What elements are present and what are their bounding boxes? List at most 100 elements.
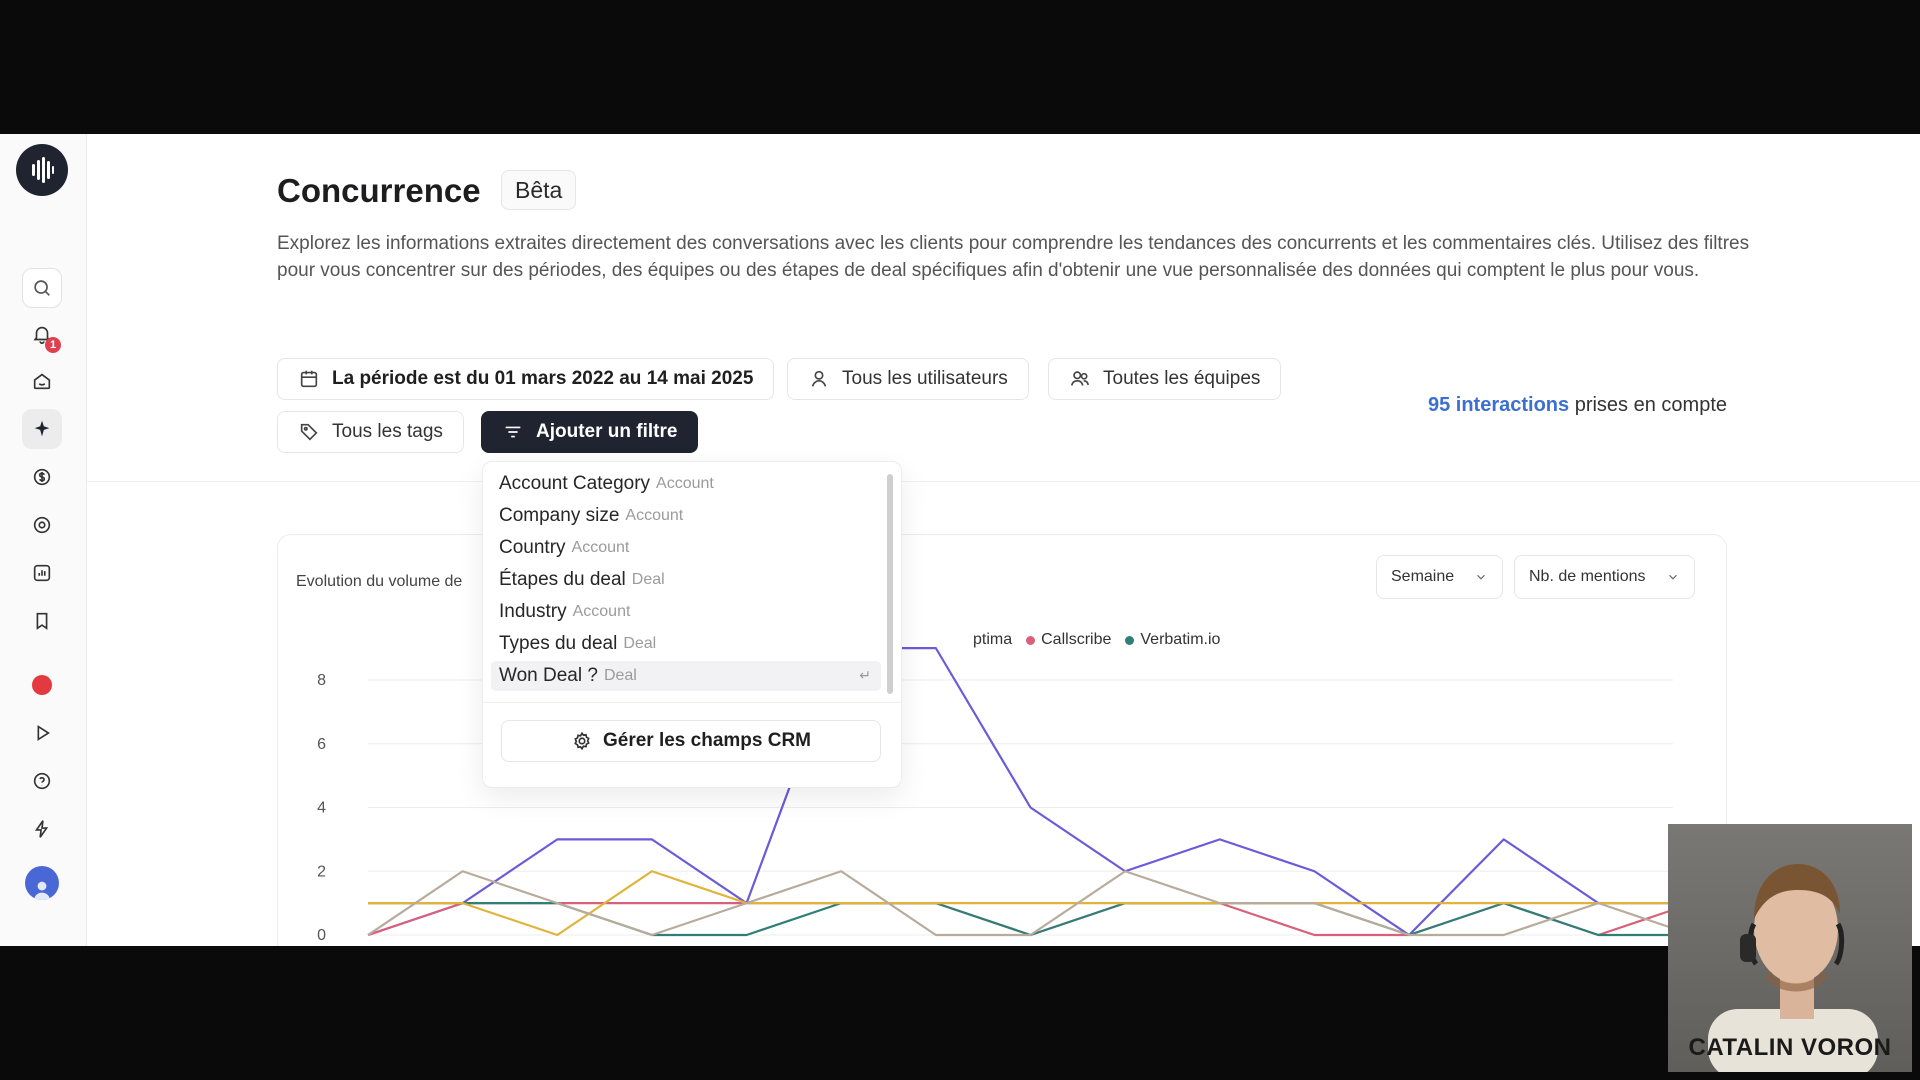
legend-item[interactable]: Verbatim.io — [1125, 631, 1220, 649]
bolt-icon — [34, 820, 49, 838]
legend-dot — [1125, 635, 1135, 645]
legend-label: Callscribe — [1041, 631, 1112, 648]
option-label: Industry — [499, 601, 567, 622]
y-tick-label: 8 — [317, 672, 326, 689]
sparkle-icon — [34, 420, 50, 437]
sidebar-item-home[interactable] — [22, 361, 62, 401]
sidebar-user-profile[interactable] — [22, 863, 62, 903]
card-title: Evolution du volume de — [296, 573, 463, 590]
sidebar-notifications[interactable]: 1 — [22, 314, 62, 354]
option-tag: Account — [625, 507, 684, 524]
interactions-suffix: prises en compte — [1574, 394, 1727, 416]
y-tick-label: 2 — [317, 863, 326, 880]
tag-icon — [300, 423, 318, 441]
dollar-icon — [33, 468, 51, 486]
avatar — [25, 866, 59, 900]
header-divider — [87, 481, 1920, 482]
sidebar-item-integrations[interactable] — [22, 809, 62, 849]
legend-label: Verbatim.io — [1140, 631, 1221, 648]
option-tag: Deal — [603, 667, 637, 684]
add-filter-dropdown: Account Category Account Company size Ac… — [482, 461, 902, 788]
sidebar-item-help[interactable] — [22, 761, 62, 801]
sidebar-item-goals[interactable] — [22, 505, 62, 545]
dropdown-scrollbar[interactable] — [887, 474, 893, 694]
dropdown-option-deal-stages[interactable]: Étapes du deal Deal — [491, 565, 881, 595]
user-icon — [33, 881, 51, 900]
home-icon — [33, 373, 51, 390]
chart-legend: ptima Callscribe Verbatim.io — [973, 631, 1220, 649]
search-icon — [34, 280, 50, 296]
sidebar-item-reports[interactable] — [22, 553, 62, 593]
legend-item[interactable]: Callscribe — [1026, 631, 1111, 649]
option-tag: Deal — [623, 635, 657, 652]
presenter-name: CATALIN VORON — [1688, 1034, 1892, 1061]
users-filter-chip[interactable]: Tous les utilisateurs — [787, 358, 1029, 400]
webcam-overlay: CATALIN VORON — [1668, 824, 1912, 1072]
option-tag: Account — [656, 475, 714, 492]
dropdown-option-company-size[interactable]: Company size Account — [491, 501, 881, 531]
series-line-1[interactable] — [367, 902, 1694, 937]
option-label: Won Deal ? — [499, 665, 598, 686]
dropdown-option-deal-types[interactable]: Types du deal Deal — [491, 629, 881, 659]
granularity-value: Semaine — [1391, 568, 1455, 585]
filter-icon — [505, 426, 521, 438]
option-tag: Account — [571, 539, 630, 556]
bookmark-icon — [36, 612, 48, 630]
notification-badge: 1 — [45, 337, 61, 353]
option-tag: Deal — [631, 571, 665, 588]
tags-filter-chip[interactable]: Tous les tags — [277, 411, 464, 453]
dropdown-option-won-deal[interactable]: Won Deal ? Deal ↵ — [491, 661, 881, 691]
gear-icon — [574, 731, 590, 751]
dropdown-option-country[interactable]: Country Account — [491, 533, 881, 563]
metric-select[interactable]: Nb. de mentions — [1514, 555, 1695, 599]
help-icon — [33, 772, 51, 790]
sidebar-record-button[interactable] — [22, 665, 62, 705]
manage-crm-fields-button[interactable]: Gérer les champs CRM — [501, 720, 881, 762]
legend-dot — [1026, 635, 1036, 645]
enter-key-icon: ↵ — [859, 667, 871, 683]
option-label: Account Category — [499, 473, 651, 494]
sidebar-item-library[interactable] — [22, 601, 62, 641]
y-tick-label: 4 — [317, 800, 326, 817]
option-label: Company size — [499, 505, 620, 526]
option-label: Country — [499, 537, 566, 558]
chevron-down-icon — [1477, 574, 1486, 580]
add-filter-button[interactable]: Ajouter un filtre — [481, 411, 699, 453]
period-filter-label: La période est du 01 mars 2022 au 14 mai… — [332, 368, 754, 389]
chart-icon — [33, 564, 51, 582]
teams-filter-label: Toutes les équipes — [1103, 368, 1261, 389]
calendar-icon — [300, 370, 318, 388]
dropdown-option-industry[interactable]: Industry Account — [491, 597, 881, 627]
target-icon — [33, 516, 51, 534]
series-line-2[interactable] — [368, 902, 1693, 937]
granularity-select[interactable]: Semaine — [1376, 555, 1504, 599]
team-icon — [1070, 371, 1090, 386]
page-title: Concurrence — [277, 172, 481, 209]
legend-item[interactable]: ptima — [973, 631, 1012, 649]
y-tick-label: 0 — [317, 927, 326, 944]
dropdown-option-account-category[interactable]: Account Category Account — [491, 469, 881, 499]
sidebar-search-button[interactable] — [22, 268, 62, 308]
interactions-summary: 95 interactions prises en compte — [1428, 394, 1727, 417]
metric-value: Nb. de mentions — [1529, 568, 1646, 585]
users-filter-label: Tous les utilisateurs — [842, 368, 1008, 389]
option-label: Types du deal — [499, 633, 618, 654]
teams-filter-chip[interactable]: Toutes les équipes — [1048, 358, 1282, 400]
y-tick-label: 6 — [317, 736, 326, 753]
legend-label: ptima — [973, 631, 1013, 648]
sidebar-item-insights[interactable] — [22, 409, 62, 449]
period-filter-chip[interactable]: La période est du 01 mars 2022 au 14 mai… — [277, 358, 775, 400]
sidebar-item-play[interactable] — [22, 713, 62, 753]
main-content: Concurrence Bêta Explorez les informatio… — [87, 134, 1920, 946]
interactions-count[interactable]: 95 interactions — [1428, 394, 1569, 416]
page-description: Explorez les informations extraites dire… — [277, 233, 1750, 281]
app-window: 1 Concurrence Bêta Explorez les informat… — [0, 134, 1920, 946]
chevron-down-icon — [1668, 574, 1677, 580]
app-logo[interactable] — [16, 144, 68, 196]
sidebar: 1 — [0, 134, 87, 946]
sidebar-item-deals[interactable] — [22, 457, 62, 497]
play-icon — [37, 725, 50, 741]
add-filter-label: Ajouter un filtre — [536, 421, 678, 442]
beta-badge: Bêta — [501, 170, 577, 210]
manage-crm-fields-label: Gérer les champs CRM — [602, 730, 812, 751]
